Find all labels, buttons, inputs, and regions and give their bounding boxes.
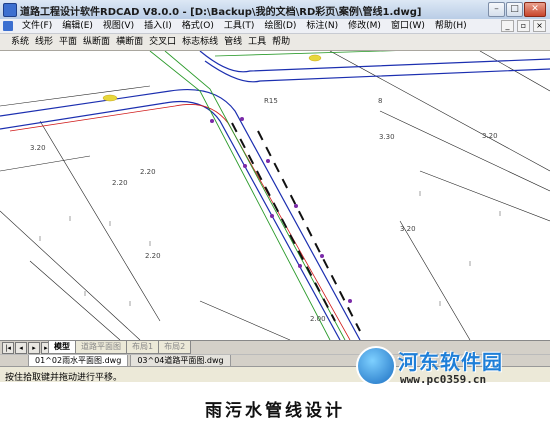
toolbar-signs-markings[interactable]: 标志标线 bbox=[179, 36, 221, 48]
toolbar-alignment[interactable]: 线形 bbox=[32, 36, 56, 48]
elevation-label: 3.30 bbox=[379, 133, 395, 141]
title-bar: 道路工程设计软件RDCAD V8.0.0 - [D:\Backup\我的文档\R… bbox=[0, 0, 550, 20]
tab-road-plan[interactable]: 道路平面图 bbox=[75, 341, 127, 354]
elevation-label: 3.20 bbox=[400, 225, 416, 233]
cad-drawing: 3.20 2.20 2.20 3.30 3.20 2.20 2.00 3.20 … bbox=[0, 51, 550, 340]
watermark-logo-icon bbox=[356, 346, 396, 386]
drawing-canvas[interactable]: 3.20 2.20 2.20 3.30 3.20 2.20 2.00 3.20 … bbox=[0, 51, 550, 340]
elevation-label: 3.20 bbox=[30, 144, 46, 152]
image-caption: 雨污水管线设计 bbox=[205, 401, 345, 421]
menu-bar: 文件(F) 编辑(E) 视图(V) 插入(I) 格式(O) 工具(T) 绘图(D… bbox=[0, 19, 550, 34]
tab-layout2[interactable]: 布局2 bbox=[158, 341, 192, 354]
menu-insert[interactable]: 插入(I) bbox=[139, 20, 177, 32]
next-tab-button[interactable]: ▸ bbox=[28, 342, 40, 354]
maximize-button[interactable]: □ bbox=[506, 2, 523, 17]
menu-view[interactable]: 视图(V) bbox=[98, 20, 139, 32]
status-text: 按住拾取键并拖动进行平移。 bbox=[5, 373, 123, 382]
menu-file[interactable]: 文件(F) bbox=[17, 20, 57, 32]
prev-tab-button[interactable]: ◂ bbox=[15, 342, 27, 354]
watermark: 河东软件园 www.pc0359.cn bbox=[356, 346, 546, 388]
toolbar-tools[interactable]: 工具 bbox=[245, 36, 269, 48]
toolbar-intersection[interactable]: 交叉口 bbox=[146, 36, 179, 48]
menu-draw[interactable]: 绘图(D) bbox=[259, 20, 301, 32]
tab-layout1[interactable]: 布局1 bbox=[126, 341, 160, 354]
elevation-label: 3.20 bbox=[482, 132, 498, 140]
first-tab-button[interactable]: |◂ bbox=[2, 342, 14, 354]
document-icon[interactable] bbox=[3, 21, 13, 31]
app-window: 道路工程设计软件RDCAD V8.0.0 - [D:\Backup\我的文档\R… bbox=[0, 0, 550, 382]
doc-restore-button[interactable]: ▫ bbox=[517, 20, 530, 32]
drawing-text: R15 bbox=[264, 97, 278, 105]
doc-close-button[interactable]: × bbox=[533, 20, 546, 32]
elevation-label: 2.20 bbox=[112, 179, 128, 187]
tab-model[interactable]: 模型 bbox=[48, 341, 76, 354]
menu-format[interactable]: 格式(O) bbox=[177, 20, 219, 32]
elevation-label: 2.20 bbox=[140, 168, 156, 176]
menu-help[interactable]: 帮助(H) bbox=[430, 20, 472, 32]
toolbar-system[interactable]: 系统 bbox=[8, 36, 32, 48]
watermark-url: www.pc0359.cn bbox=[400, 373, 487, 386]
minimize-button[interactable]: – bbox=[488, 2, 505, 17]
menu-window[interactable]: 窗口(W) bbox=[386, 20, 430, 32]
toolbar-pipeline[interactable]: 管线 bbox=[221, 36, 245, 48]
toolbar-cross-section[interactable]: 横断面 bbox=[113, 36, 146, 48]
elevation-label: 2.20 bbox=[145, 252, 161, 260]
rd-menu-toolbar: 系统 线形 平面 纵断面 横断面 交叉口 标志标线 管线 工具 帮助 bbox=[0, 34, 550, 51]
menu-dimension[interactable]: 标注(N) bbox=[301, 20, 343, 32]
menu-tools[interactable]: 工具(T) bbox=[219, 20, 260, 32]
toolbar-plan[interactable]: 平面 bbox=[56, 36, 80, 48]
app-icon bbox=[3, 3, 17, 17]
close-button[interactable]: ✕ bbox=[524, 2, 546, 17]
drawing-text: 8 bbox=[378, 97, 382, 105]
toolbar-help[interactable]: 帮助 bbox=[269, 36, 293, 48]
menu-modify[interactable]: 修改(M) bbox=[343, 20, 386, 32]
menu-edit[interactable]: 编辑(E) bbox=[57, 20, 98, 32]
elevation-label: 2.00 bbox=[310, 315, 326, 323]
watermark-title: 河东软件园 bbox=[398, 350, 503, 374]
toolbar-profile[interactable]: 纵断面 bbox=[80, 36, 113, 48]
doc-minimize-button[interactable]: _ bbox=[501, 20, 514, 32]
window-title: 道路工程设计软件RDCAD V8.0.0 - [D:\Backup\我的文档\R… bbox=[20, 7, 422, 18]
